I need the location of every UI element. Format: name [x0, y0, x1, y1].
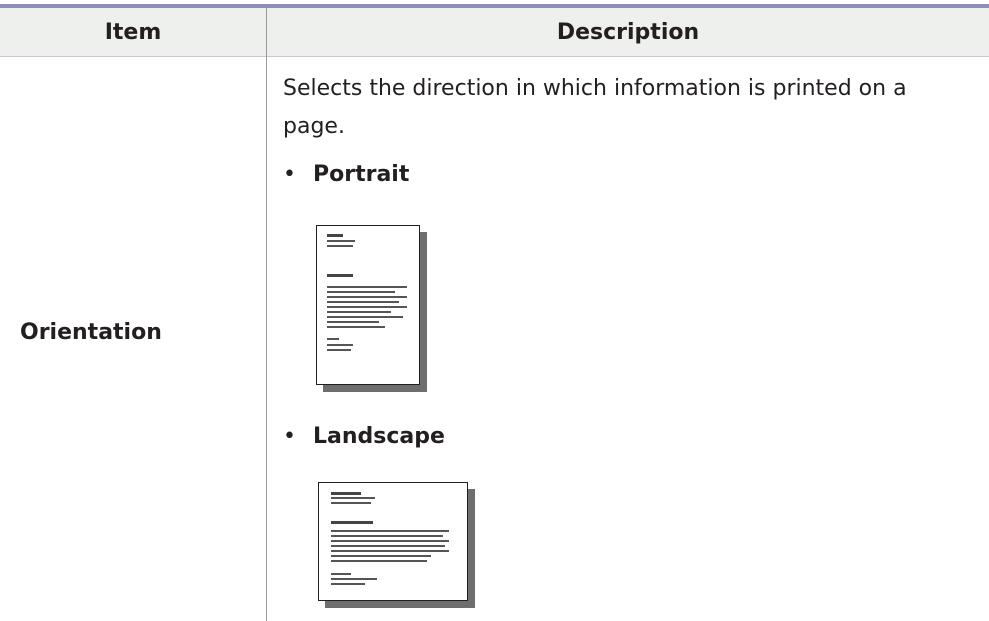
portrait-page-icon — [316, 225, 420, 385]
column-divider — [266, 8, 267, 621]
option-portrait-label: Portrait — [313, 162, 410, 187]
description-text: Selects the direction in which informati… — [283, 76, 907, 139]
landscape-page-icon — [318, 482, 468, 601]
column-header-description: Description — [556, 19, 700, 45]
option-landscape-label: Landscape — [313, 424, 445, 449]
option-portrait: • Portrait — [283, 162, 409, 187]
option-landscape: • Landscape — [283, 424, 445, 449]
item-name-orientation: Orientation — [20, 320, 162, 345]
bullet-icon: • — [283, 162, 296, 187]
column-header-item: Item — [104, 19, 162, 45]
bullet-icon: • — [283, 424, 296, 449]
